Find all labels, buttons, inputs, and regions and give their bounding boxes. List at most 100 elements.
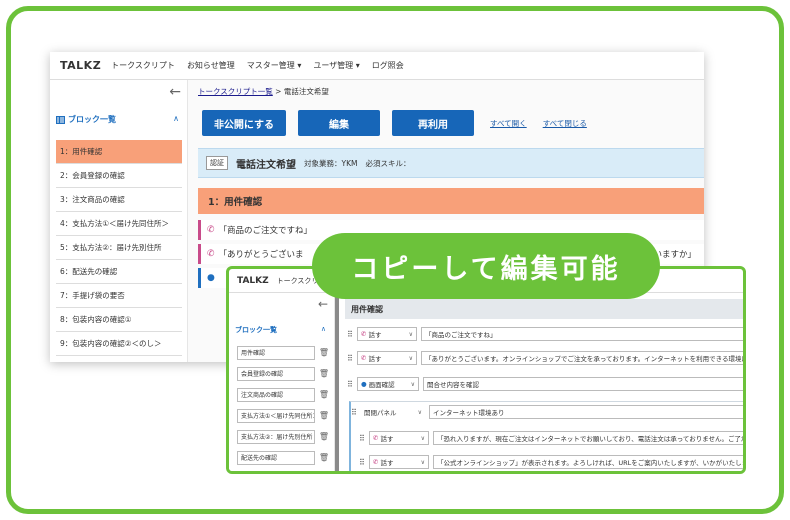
section-header[interactable]: 用件確認: [345, 299, 743, 319]
trash-icon[interactable]: 🗑: [319, 348, 329, 357]
block-item[interactable]: 3：注文商品の確認: [56, 188, 182, 212]
drag-handle-icon[interactable]: ⠿: [347, 380, 357, 389]
nav-user[interactable]: ユーザ管理 ▾: [313, 60, 359, 71]
script-row: ⠿ ✆ 話す ∨ 「ありがとうございます。オンラインショップでご注文を承っております…: [347, 349, 743, 367]
script-text-input[interactable]: 「商品のご注文ですね」: [421, 327, 743, 341]
block-item: 支払方法②：届け先別住所 🗑: [237, 429, 329, 444]
block-item[interactable]: 7：手提げ袋の要否: [56, 284, 182, 308]
trash-icon[interactable]: 🗑: [319, 411, 329, 420]
script-text-input[interactable]: 「ありがとうございます。オンラインショップでご注文を承っております。インターネッ…: [421, 351, 743, 365]
action-type-select[interactable]: ✆ 話す ∨: [369, 455, 429, 469]
script-row: ⠿ ✆ 話す ∨ 「公式オンラインショップ」が表示されます。よろしければ、URLをご…: [359, 453, 743, 471]
chevron-down-icon: ∨: [408, 354, 413, 362]
script-title: 電話注文希望: [236, 159, 296, 171]
trash-icon[interactable]: 🗑: [319, 432, 329, 441]
drag-handle-icon[interactable]: ⠿: [359, 434, 369, 443]
nav-master[interactable]: マスター管理 ▾: [247, 60, 302, 71]
block-item[interactable]: 4：支払方法①＜届け先同住所＞: [56, 212, 182, 236]
action-type-select[interactable]: ✆ 話す ∨: [357, 351, 417, 365]
block-item: 用件確認 🗑: [237, 345, 329, 360]
back-arrow-icon[interactable]: ←: [169, 84, 181, 100]
action-buttons: 非公開にする 編集 再利用 すべて開く すべて閉じる: [202, 110, 587, 136]
block-item: 支払方法①＜届け先同住所＞ 🗑: [237, 408, 329, 423]
breadcrumb-link[interactable]: トークスクリプト一覧: [198, 87, 273, 96]
script-row: ⠿ 開閉パネル ∨ インターネット環境あり: [351, 403, 743, 421]
trash-icon[interactable]: 🗑: [319, 369, 329, 378]
brand-logo[interactable]: TALKZ: [60, 59, 101, 72]
block-item[interactable]: 9：包装内容の確認②＜のし＞: [56, 332, 182, 356]
drag-handle-icon[interactable]: ⠿: [347, 330, 357, 339]
action-type-select[interactable]: 開閉パネル ∨: [361, 405, 425, 419]
nav-notice[interactable]: お知らせ管理: [187, 60, 235, 71]
script-line-text: 「ありがとうございま: [218, 250, 304, 260]
chevron-down-icon: ∨: [410, 380, 415, 388]
edit-button[interactable]: 編集: [298, 110, 380, 136]
chevron-up-icon[interactable]: ∧: [173, 114, 179, 123]
block-item[interactable]: 5：支払方法②：届け先別住所: [56, 236, 182, 260]
trash-icon[interactable]: 🗑: [319, 453, 329, 462]
section-header[interactable]: 1：用件確認: [198, 188, 704, 214]
block-list: 用件確認 🗑 会員登録の確認 🗑 注文商品の確認 🗑 支払方法①＜届け先同住所＞ 🗑 支…: [237, 345, 329, 471]
phone-icon: ✆: [373, 434, 379, 442]
chevron-down-icon: ∨: [420, 434, 425, 442]
block-item: 会員登録の確認 🗑: [237, 366, 329, 381]
block-name-input[interactable]: 支払方法①＜届け先同住所＞: [237, 408, 315, 423]
block-item[interactable]: 8：包装内容の確認①: [56, 308, 182, 332]
nav-log[interactable]: ログ照会: [372, 60, 404, 71]
drag-handle-icon[interactable]: ⠿: [351, 408, 361, 417]
block-name-input[interactable]: 配送先の確認: [237, 450, 315, 465]
brand-logo[interactable]: TALKZ: [237, 276, 269, 286]
block-list-label[interactable]: ブロック一覧: [235, 325, 277, 335]
script-edit-main: 用件確認 ⠿ ✆ 話す ∨ 「商品のご注文ですね」 ⠿ ✆ 話す ∨ 「ありがとうござい…: [341, 293, 743, 471]
unpublish-button[interactable]: 非公開にする: [202, 110, 286, 136]
expand-all-link[interactable]: すべて開く: [490, 118, 527, 129]
chevron-down-icon: ∨: [420, 458, 425, 466]
block-name-input[interactable]: 注文商品の確認: [237, 387, 315, 402]
block-item[interactable]: 6：配送先の確認: [56, 260, 182, 284]
sidebar-scrollbar[interactable]: [335, 293, 339, 471]
reuse-button[interactable]: 再利用: [392, 110, 474, 136]
block-name-input[interactable]: 用件確認: [237, 345, 315, 360]
breadcrumb-current: 電話注文希望: [283, 87, 329, 96]
block-name-input[interactable]: 支払方法②：届け先別住所: [237, 429, 315, 444]
block-sidebar: ← ブロック一覧 ∧ 1：用件確認 2：会員登録の確認 3：注文商品の確認 4：…: [50, 80, 188, 362]
phone-icon: ✆: [361, 330, 367, 338]
script-info-bar: 認証 電話注文希望 対象業務：YKM 必須スキル：: [198, 148, 704, 178]
action-type-select[interactable]: ✆ 話す ∨: [369, 431, 429, 445]
script-text-input[interactable]: 開合せ内容を確認: [423, 377, 743, 391]
copy-editable-badge: コピーして編集可能: [312, 233, 660, 299]
required-skill: 必須スキル：: [365, 158, 411, 168]
block-item[interactable]: 1：用件確認: [56, 140, 182, 164]
panel-title-input[interactable]: インターネット環境あり: [429, 405, 743, 419]
block-list: 1：用件確認 2：会員登録の確認 3：注文商品の確認 4：支払方法①＜届け先同住…: [56, 140, 182, 356]
chevron-down-icon: ∨: [417, 408, 422, 416]
nav-talk-script[interactable]: トークスクリプト: [111, 60, 175, 71]
script-row: ⠿ ● 画面確認 ∨ 開合せ内容を確認: [347, 375, 743, 393]
collapse-all-link[interactable]: すべて閉じる: [543, 118, 587, 129]
trash-icon[interactable]: 🗑: [319, 390, 329, 399]
chevron-down-icon: ∨: [408, 330, 413, 338]
script-text-input[interactable]: 「恐れ入りますが、現在ご注文はインターネットでお願いしており、電話注文は承ってお…: [433, 431, 743, 445]
drag-handle-icon[interactable]: ⠿: [347, 354, 357, 363]
back-arrow-icon[interactable]: ←: [318, 297, 328, 311]
top-nav: TALKZ トークスクリプト お知らせ管理 マスター管理 ▾ ユーザ管理 ▾ ロ…: [50, 52, 704, 80]
block-name-input[interactable]: 会員登録の確認: [237, 366, 315, 381]
script-text-input[interactable]: 「公式オンラインショップ」が表示されます。よろしければ、URLをご案内いたします…: [433, 455, 743, 469]
block-item[interactable]: 2：会員登録の確認: [56, 164, 182, 188]
drag-handle-icon[interactable]: ⠿: [359, 458, 369, 467]
phone-icon: ✆: [373, 458, 379, 466]
block-list-label: ブロック一覧: [68, 115, 116, 124]
action-type-select[interactable]: ✆ 話す ∨: [357, 327, 417, 341]
script-row: ⠿ ✆ 話す ∨ 「恐れ入りますが、現在ご注文はインターネットでお願いしており、電話…: [359, 429, 743, 447]
block-item: 注文商品の確認 🗑: [237, 387, 329, 402]
script-line-text: 「商品のご注文ですね」: [218, 226, 313, 236]
breadcrumb: トークスクリプト一覧 > 電話注文希望: [198, 86, 329, 97]
phone-icon: ✆: [361, 354, 367, 362]
chevron-up-icon[interactable]: ∧: [321, 325, 326, 333]
list-icon: [56, 115, 65, 124]
block-sidebar: ← ブロック一覧 ∧ 用件確認 🗑 会員登録の確認 🗑 注文商品の確認 🗑 支払方法①…: [229, 293, 335, 471]
breadcrumb-sep: >: [275, 87, 282, 96]
action-type-select[interactable]: ● 画面確認 ∨: [357, 377, 419, 391]
block-list-header[interactable]: ブロック一覧: [56, 114, 116, 125]
phone-icon: ✆: [207, 249, 215, 259]
